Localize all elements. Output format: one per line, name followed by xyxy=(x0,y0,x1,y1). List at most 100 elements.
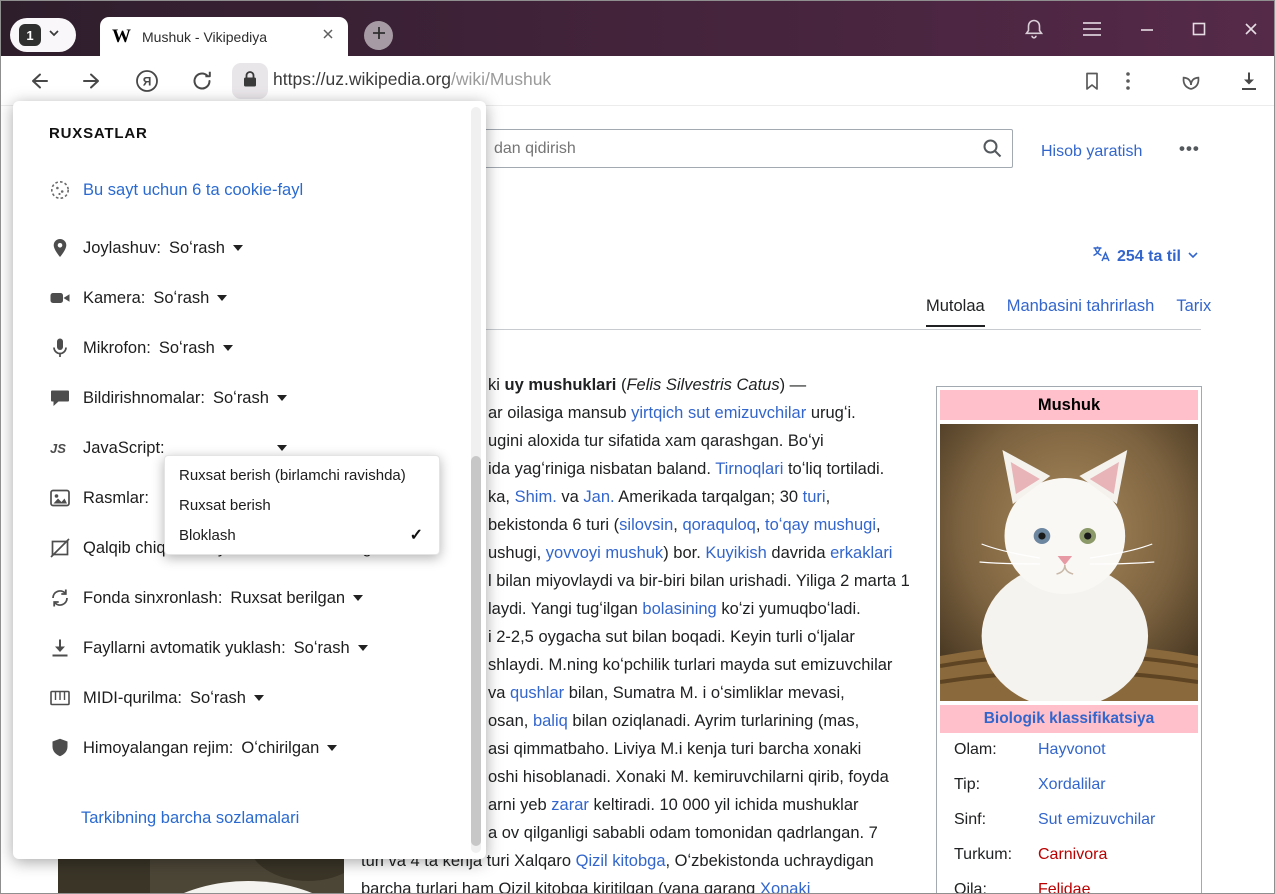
create-account-link[interactable]: Hisob yaratish xyxy=(1041,143,1142,161)
caret-down-icon[interactable] xyxy=(217,295,227,301)
permission-value-dropdown[interactable]: Soʻrash xyxy=(159,339,215,358)
infobox-row: Olam:Hayvonot xyxy=(940,733,1198,768)
text-segment: ( xyxy=(616,376,626,394)
menu-item[interactable]: Bloklash✓ xyxy=(165,520,439,550)
window-controls xyxy=(1024,1,1258,56)
maximize-icon[interactable] xyxy=(1192,22,1206,36)
wiki-link[interactable]: Jan. xyxy=(583,488,614,506)
reload-icon[interactable] xyxy=(190,69,214,93)
chevron-down-icon xyxy=(48,26,60,44)
menu-item[interactable]: Ruxsat berish (birlamchi ravishda) xyxy=(165,460,439,490)
user-menu-dots[interactable]: ••• xyxy=(1179,139,1200,159)
all-content-settings-link[interactable]: Tarkibning barcha sozlamalari xyxy=(81,809,299,828)
download-icon[interactable] xyxy=(1237,69,1261,93)
permission-label: Joylashuv: xyxy=(83,239,161,258)
text-segment: , Oʻzbekistonda uchraydigan xyxy=(666,852,874,870)
permission-label: Kamera: xyxy=(83,289,145,308)
infobox-value-link[interactable]: Felidae xyxy=(1038,881,1090,894)
article-text-line: ar oilasiga mansub yirtqich sut emizuvch… xyxy=(488,399,933,427)
infobox-value-link[interactable]: Xordalilar xyxy=(1038,776,1106,794)
caret-down-icon[interactable] xyxy=(358,645,368,651)
page-tab-mutolaa[interactable]: Mutolaa xyxy=(926,297,985,327)
article-text-line: a ov qilganligi sababli odam tomonidan q… xyxy=(488,819,933,847)
infobox-taxonomy-rows: Olam:HayvonotTip:XordalilarSinf:Sut emiz… xyxy=(940,733,1198,894)
caret-down-icon[interactable] xyxy=(327,745,337,751)
wiki-link[interactable]: baliq xyxy=(533,712,568,730)
caret-down-icon[interactable] xyxy=(223,345,233,351)
search-input[interactable] xyxy=(451,129,1013,168)
permission-value-dropdown[interactable]: Soʻrash xyxy=(294,639,350,658)
text-segment: bekistonda 6 turi ( xyxy=(488,516,619,534)
language-selector-button[interactable]: 254 ta til xyxy=(1091,244,1199,269)
menu-item[interactable]: Ruxsat berish xyxy=(165,490,439,520)
yandex-icon[interactable]: Я xyxy=(134,68,160,94)
article-text-line: bekistonda 6 turi (silovsin, qoraquloq, … xyxy=(488,511,933,539)
search-icon[interactable] xyxy=(981,137,1003,164)
text-segment: va xyxy=(557,488,584,506)
forward-arrow-icon[interactable] xyxy=(80,68,106,94)
wiki-link[interactable]: bolasining xyxy=(642,600,716,618)
infobox-value-link[interactable]: Hayvonot xyxy=(1038,741,1106,759)
permission-value-dropdown[interactable]: Ruxsat berilgan xyxy=(230,589,345,608)
wiki-link[interactable]: sut emizuvchilar xyxy=(688,404,806,422)
panel-scrollbar-thumb[interactable] xyxy=(471,456,481,846)
plus-icon xyxy=(371,25,387,46)
wiki-link[interactable]: silovsin xyxy=(619,516,673,534)
wiki-link[interactable]: Kuyikish xyxy=(705,544,766,562)
wiki-link[interactable]: Tirnoqlari xyxy=(715,460,783,478)
lock-icon xyxy=(240,69,260,94)
close-icon[interactable] xyxy=(1244,22,1258,36)
caret-down-icon[interactable] xyxy=(254,695,264,701)
page-tab-tarix[interactable]: Tarix xyxy=(1176,297,1211,327)
wiki-link[interactable]: yovvoyi mushuk xyxy=(546,544,663,562)
wiki-link[interactable]: toʻqay mushugi xyxy=(765,516,876,534)
more-menu-icon[interactable] xyxy=(1125,70,1131,92)
site-permissions-lock-button[interactable] xyxy=(232,63,268,99)
cookies-link[interactable]: Bu sayt uchun 6 ta cookie-fayl xyxy=(83,181,303,200)
wiki-link[interactable]: Qizil kitobga xyxy=(576,852,666,870)
infobox-value-link[interactable]: Carnivora xyxy=(1038,846,1107,864)
wiki-link[interactable]: zarar xyxy=(551,796,589,814)
minimize-icon[interactable] xyxy=(1140,22,1154,36)
tab-group-button[interactable]: 1 xyxy=(10,18,76,52)
permission-value-dropdown[interactable]: Soʻrash xyxy=(153,289,209,308)
close-tab-icon[interactable] xyxy=(320,26,336,47)
permission-row: MIDI-qurilma:Soʻrash xyxy=(13,673,468,723)
caret-down-icon[interactable] xyxy=(233,245,243,251)
back-arrow-icon[interactable] xyxy=(25,68,51,94)
text-segment: va xyxy=(488,684,510,702)
browser-tab[interactable]: W Mushuk - Vikipediya xyxy=(100,17,348,56)
permission-value-dropdown[interactable]: Oʻchirilgan xyxy=(241,739,319,758)
wiki-link[interactable]: qoraquloq xyxy=(682,516,755,534)
infobox-row: Oila:Felidae xyxy=(940,873,1198,894)
caret-down-icon[interactable] xyxy=(277,445,287,451)
new-tab-button[interactable] xyxy=(364,21,393,50)
caret-down-icon[interactable] xyxy=(277,395,287,401)
notifications-icon[interactable] xyxy=(1024,18,1044,40)
text-segment: shlaydi. M.ning koʻpchilik turlari mayda… xyxy=(488,656,892,674)
permission-value-dropdown[interactable]: Soʻrash xyxy=(190,689,246,708)
menu-icon[interactable] xyxy=(1082,21,1102,37)
wiki-link[interactable]: yirtqich xyxy=(631,404,683,422)
tabs-divider xyxy=(431,329,1201,330)
wiki-link[interactable]: turi xyxy=(803,488,826,506)
bookmark-icon[interactable] xyxy=(1081,70,1103,92)
cookies-row[interactable]: Bu sayt uchun 6 ta cookie-fayl xyxy=(49,179,303,201)
address-bar[interactable]: https://uz.wikipedia.org/wiki/Mushuk xyxy=(273,69,551,90)
collections-icon[interactable] xyxy=(1179,69,1203,93)
wiki-link[interactable]: Xonaki xyxy=(760,880,810,894)
page-tab-manbasini-tahrirlash[interactable]: Manbasini tahrirlash xyxy=(1007,297,1155,327)
infobox-section-header[interactable]: Biologik klassifikatsiya xyxy=(940,705,1198,733)
kitten-photo[interactable] xyxy=(940,424,1198,701)
permission-value-dropdown[interactable]: Soʻrash xyxy=(169,239,225,258)
wiki-link[interactable]: qushlar xyxy=(510,684,564,702)
menu-item-label: Bloklash xyxy=(179,527,236,544)
panel-scrollbar-track[interactable] xyxy=(471,107,481,853)
text-segment: koʻzi yumuqboʻladi. xyxy=(717,600,861,618)
permission-row: Joylashuv: Soʻrash xyxy=(13,223,468,273)
caret-down-icon[interactable] xyxy=(353,595,363,601)
permission-value-dropdown[interactable]: Soʻrash xyxy=(213,389,269,408)
wiki-link[interactable]: Shim. xyxy=(515,488,557,506)
infobox-value-link[interactable]: Sut emizuvchilar xyxy=(1038,811,1155,829)
wiki-link[interactable]: erkaklari xyxy=(830,544,892,562)
